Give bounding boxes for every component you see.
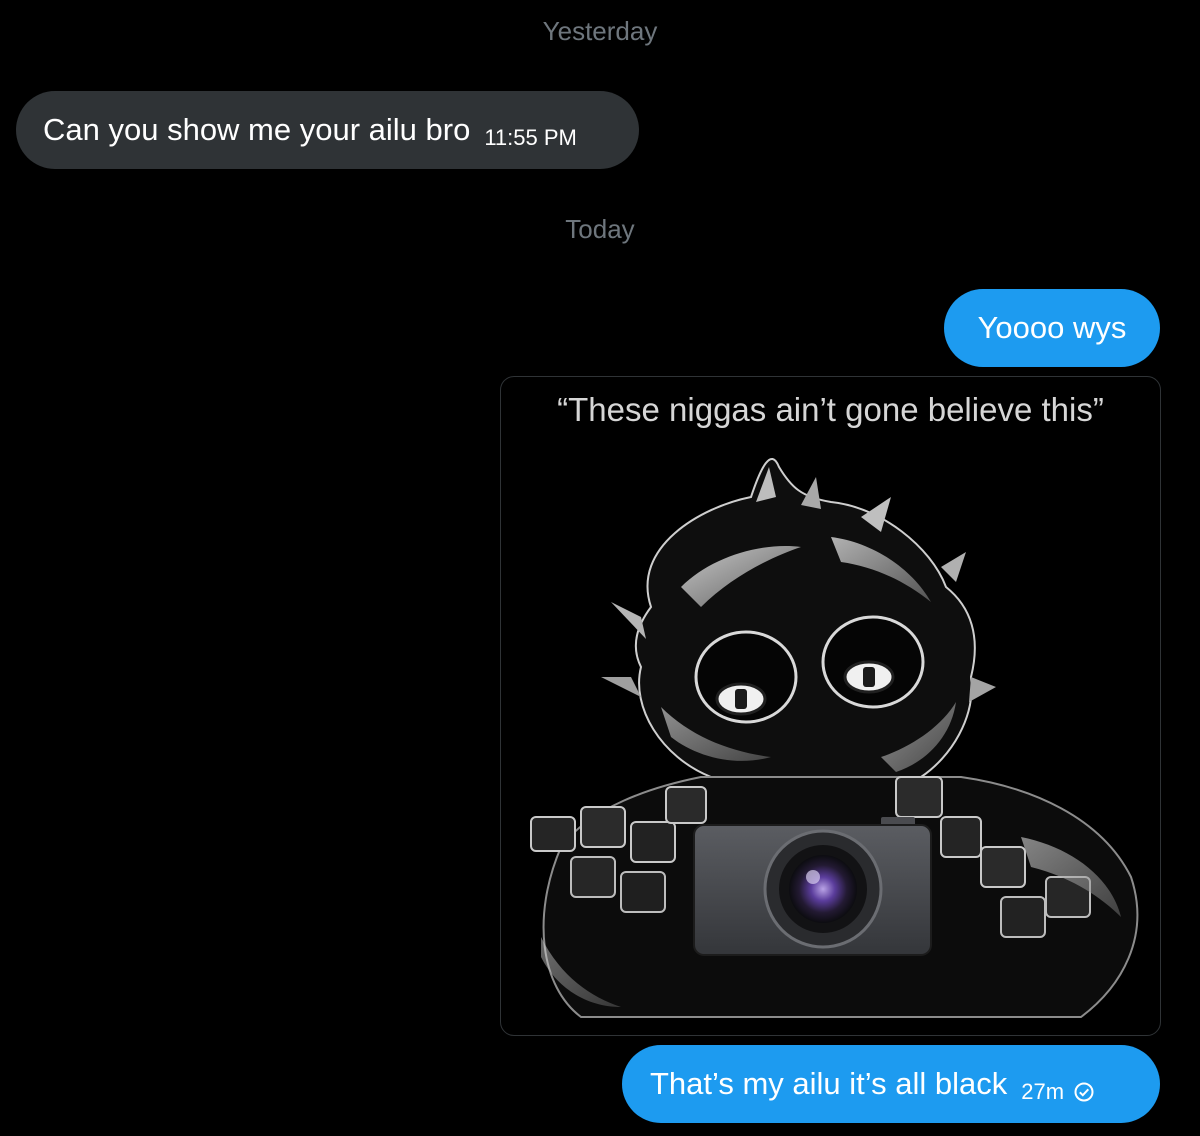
outgoing-message-bubble[interactable]: That’s my ailu it’s all black 27m	[622, 1045, 1160, 1123]
message-timestamp: 27m	[1021, 1079, 1065, 1104]
date-divider-today: Today	[565, 214, 635, 244]
camera-graphic	[693, 817, 932, 956]
message-timestamp: 11:55 PM	[484, 125, 577, 150]
incoming-message-bubble[interactable]: Can you show me your ailu bro 11:55 PM	[16, 91, 639, 169]
message-text: That’s my ailu it’s all black	[650, 1066, 1008, 1101]
outgoing-message-bubble[interactable]: Yoooo wys	[944, 289, 1160, 367]
date-divider-yesterday: Yesterday	[542, 16, 658, 46]
meme-caption: “These niggas ain’t gone believe this”	[557, 391, 1104, 428]
check-circle-icon	[1074, 1082, 1094, 1102]
message-text: Yoooo wys	[977, 310, 1127, 345]
ailu-figure-illustration	[530, 458, 1139, 1018]
meme-image[interactable]: “These niggas ain’t gone believe this”	[500, 376, 1161, 1036]
message-text: Can you show me your ailu bro	[43, 112, 471, 147]
